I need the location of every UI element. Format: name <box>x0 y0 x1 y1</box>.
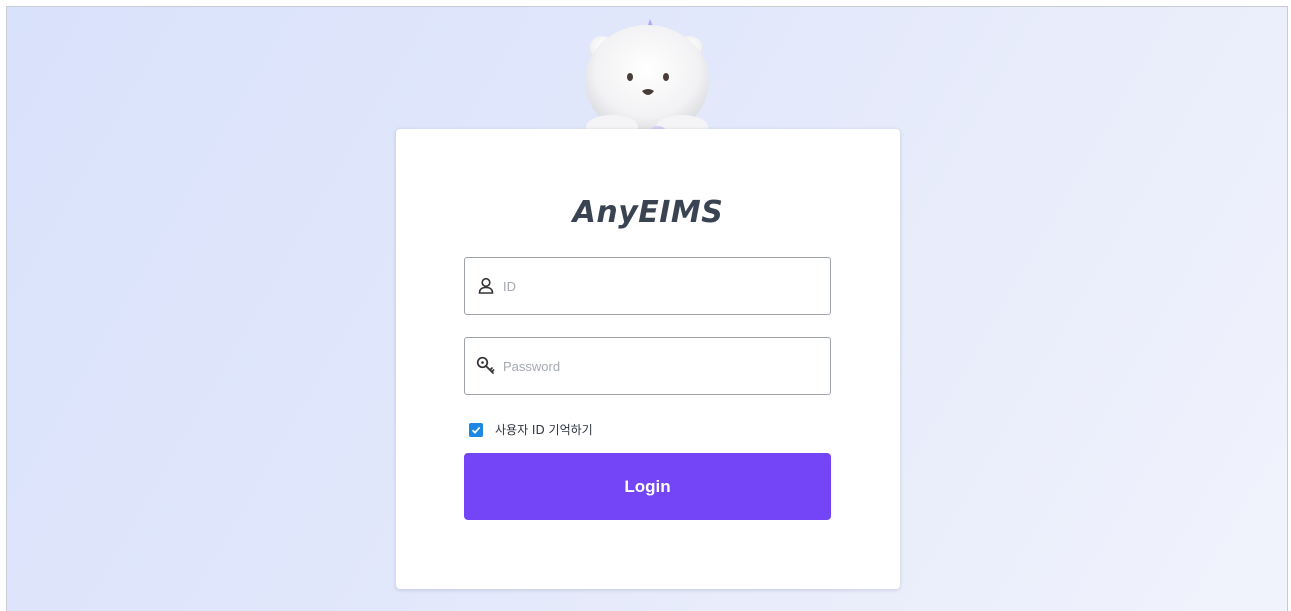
login-page: AnyEIMS ID 사용자 ID 기억하기 Login <box>6 6 1288 611</box>
login-button[interactable]: Login <box>464 453 831 520</box>
remember-id-option[interactable]: 사용자 ID 기억하기 <box>469 421 593 438</box>
key-icon <box>475 355 497 377</box>
polar-bear-mascot-icon <box>585 19 709 135</box>
login-card: AnyEIMS ID 사용자 ID 기억하기 Login <box>396 129 900 589</box>
remember-id-label: 사용자 ID 기억하기 <box>495 423 593 437</box>
password-field[interactable] <box>464 337 831 395</box>
check-icon <box>471 426 481 434</box>
user-icon <box>475 275 497 297</box>
password-input[interactable] <box>503 346 823 386</box>
id-field[interactable] <box>464 257 831 315</box>
id-input[interactable] <box>503 266 823 306</box>
brand-title: AnyEIMS <box>572 195 724 230</box>
remember-id-checkbox[interactable] <box>469 422 483 437</box>
